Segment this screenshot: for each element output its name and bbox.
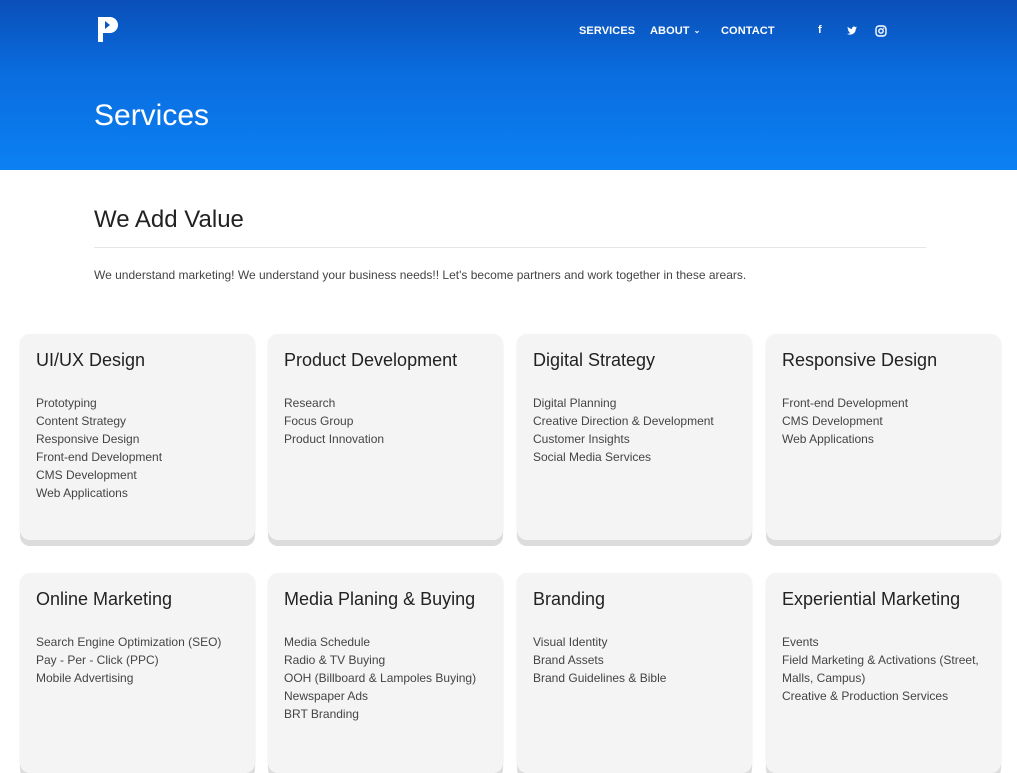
service-list-item: Search Engine Optimization (SEO) (36, 635, 222, 649)
service-card: Responsive Design Front-end Development … (766, 334, 1001, 540)
section-title: We Add Value (94, 206, 244, 233)
service-list-item: Pay - Per - Click (PPC) (36, 653, 159, 667)
service-list-item: Customer Insights (533, 432, 630, 446)
service-list: Search Engine Optimization (SEO) Pay - P… (36, 633, 241, 687)
nav-about-label: ABOUT (650, 25, 690, 37)
service-list: Research Focus Group Product Innovation (284, 394, 489, 448)
service-card: Branding Visual Identity Brand Assets Br… (517, 573, 752, 773)
service-card: Online Marketing Search Engine Optimizat… (20, 573, 255, 773)
service-list-item: Product Innovation (284, 432, 385, 446)
service-list: Digital Planning Creative Direction & De… (533, 394, 738, 466)
nav-services-link[interactable]: SERVICES (579, 25, 635, 37)
service-card-title: Media Planing & Buying (284, 589, 476, 609)
service-card-title: UI/UX Design (36, 350, 146, 370)
facebook-icon[interactable]: f (818, 24, 822, 36)
service-list: Visual Identity Brand Assets Brand Guide… (533, 633, 738, 687)
service-list-item: Front-end Development (36, 450, 163, 464)
service-list-item: Digital Planning (533, 396, 617, 410)
service-card-title: Responsive Design (782, 350, 938, 370)
service-list-item: OOH (Billboard & Lampoles Buying) (284, 671, 477, 685)
service-list-item: Brand Assets (533, 653, 604, 667)
service-list-item: Creative Direction & Development (533, 414, 714, 428)
service-card-title: Product Development (284, 350, 458, 370)
service-card-title: Experiential Marketing (782, 589, 961, 609)
service-list: Events Field Marketing & Activations (St… (782, 633, 987, 705)
service-list-item: Front-end Development (782, 396, 909, 410)
service-list-item: Radio & TV Buying (284, 653, 386, 667)
service-list-item: Field Marketing & Activations (Street, M… (782, 653, 979, 685)
divider (94, 247, 926, 248)
service-list-item: Responsive Design (36, 432, 140, 446)
service-list: Media Schedule Radio & TV Buying OOH (Bi… (284, 633, 489, 723)
service-list-item: Events (782, 635, 819, 649)
service-list-item: Brand Guidelines & Bible (533, 671, 667, 685)
service-list-item: Prototyping (36, 396, 97, 410)
service-card: Media Planing & Buying Media Schedule Ra… (268, 573, 503, 773)
service-card-title: Digital Strategy (533, 350, 656, 370)
nav-contact-link[interactable]: CONTACT (721, 25, 775, 37)
hero-banner: SERVICES ABOUT ⌄ CONTACT f Services (0, 0, 1017, 170)
service-list-item: Media Schedule (284, 635, 371, 649)
service-list-item: Visual Identity (533, 635, 608, 649)
service-card: Digital Strategy Digital Planning Creati… (517, 334, 752, 540)
chevron-down-icon: ⌄ (693, 26, 701, 35)
intro-text: We understand marketing! We understand y… (94, 268, 747, 282)
service-list: Front-end Development CMS Development We… (782, 394, 987, 448)
instagram-icon[interactable] (875, 25, 887, 37)
service-list-item: CMS Development (782, 414, 883, 428)
service-card-title: Online Marketing (36, 589, 173, 609)
service-list-item: Social Media Services (533, 450, 652, 464)
service-card: Experiential Marketing Events Field Mark… (766, 573, 1001, 773)
service-card-title: Branding (533, 589, 606, 609)
service-card: UI/UX Design Prototyping Content Strateg… (20, 334, 255, 540)
service-list-item: Content Strategy (36, 414, 127, 428)
service-list-item: Creative & Production Services (782, 689, 949, 703)
page-title: Services (94, 99, 210, 132)
service-list-item: Web Applications (782, 432, 874, 446)
logo-icon[interactable] (98, 17, 120, 42)
nav-about-link[interactable]: ABOUT ⌄ (650, 25, 700, 37)
service-list: Prototyping Content Strategy Responsive … (36, 394, 241, 502)
twitter-icon[interactable] (846, 25, 858, 37)
service-list-item: Focus Group (284, 414, 354, 428)
service-list-item: Mobile Advertising (36, 671, 134, 685)
service-list-item: Newspaper Ads (284, 689, 369, 703)
service-list-item: BRT Branding (284, 707, 359, 721)
service-card: Product Development Research Focus Group… (268, 334, 503, 540)
service-list-item: Research (284, 396, 336, 410)
service-list-item: CMS Development (36, 468, 137, 482)
service-list-item: Web Applications (36, 486, 128, 500)
